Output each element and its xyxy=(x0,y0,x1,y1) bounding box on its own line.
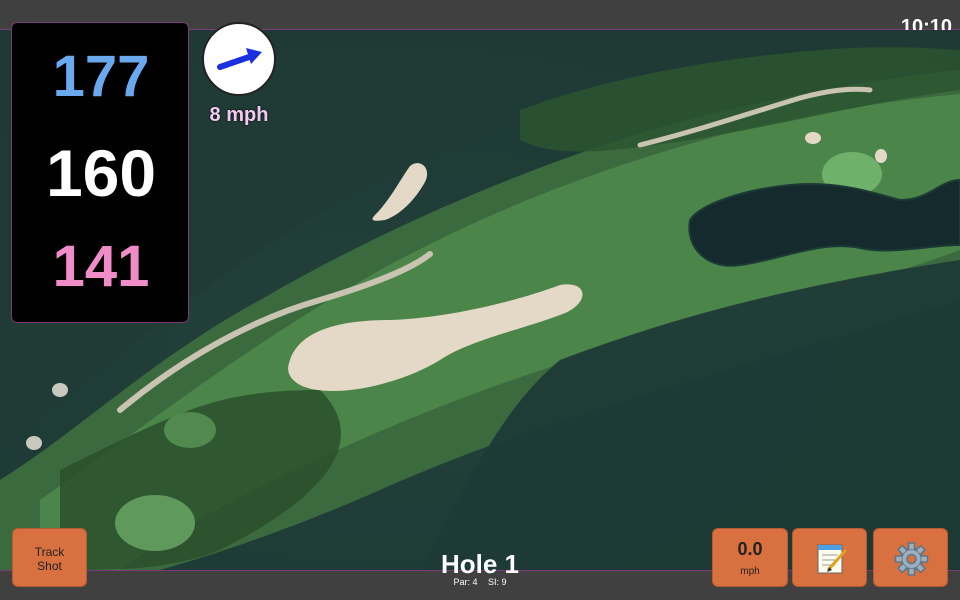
track-shot-label: Track Shot xyxy=(34,545,65,573)
middle-yardage: 160 xyxy=(45,136,157,210)
track-shot-button[interactable]: Track Shot xyxy=(12,528,87,587)
notepad-icon xyxy=(817,544,847,574)
hole-info: Par: 4 SI: 9 xyxy=(380,577,580,587)
hole-title: Hole 1 xyxy=(440,549,520,579)
par-label: Par: 4 xyxy=(453,577,478,587)
speed-unit: mph xyxy=(740,566,760,577)
back-yardage: 177 xyxy=(52,44,150,109)
wind-indicator xyxy=(202,22,276,96)
front-yardage: 141 xyxy=(52,234,150,299)
speed-button[interactable]: 0.0 mph xyxy=(712,528,788,587)
notes-button[interactable] xyxy=(792,528,867,587)
wind-speed: 8 mph xyxy=(209,104,269,126)
stroke-index-label: SI: 9 xyxy=(488,577,507,587)
yardage-panel: 177 160 141 xyxy=(11,22,189,323)
gear-icon xyxy=(894,542,929,576)
speed-value: 0.0 xyxy=(737,539,763,559)
wind-arrow-icon xyxy=(217,48,262,70)
settings-button[interactable] xyxy=(873,528,948,587)
